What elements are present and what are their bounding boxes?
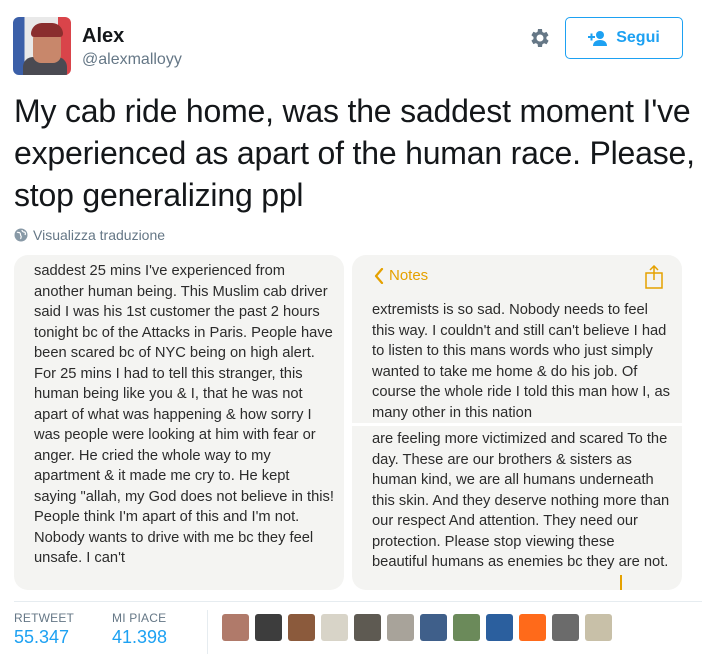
stats-separator — [207, 610, 208, 654]
like-label: MI PIACE — [112, 611, 167, 625]
user-handle[interactable]: @alexmalloyy — [82, 51, 182, 69]
screenshot-divider — [352, 423, 682, 426]
left-note-text: saddest 25 mins I've experienced from an… — [34, 263, 334, 566]
liker-avatar[interactable] — [288, 614, 315, 641]
liker-avatar[interactable] — [486, 614, 513, 641]
like-value: 41.398 — [112, 627, 168, 647]
stats-divider — [14, 601, 702, 602]
liker-avatar[interactable] — [321, 614, 348, 641]
liker-avatar[interactable] — [255, 614, 282, 641]
text-cursor — [620, 575, 622, 590]
chevron-left-icon — [374, 267, 384, 284]
translate-link[interactable]: Visualizza traduzione — [14, 227, 165, 243]
avatar[interactable] — [13, 17, 71, 75]
retweet-value: 55.347 — [14, 627, 70, 647]
liker-avatar[interactable] — [420, 614, 447, 641]
tweet-text: My cab ride home, was the saddest moment… — [14, 93, 695, 213]
liker-avatar[interactable] — [354, 614, 381, 641]
retweet-count[interactable]: RETWEET 55.347 — [14, 611, 74, 648]
follow-label: Segui — [616, 29, 660, 46]
like-count[interactable]: MI PIACE 41.398 — [112, 611, 167, 648]
follow-button[interactable]: Segui — [565, 17, 683, 59]
share-icon[interactable] — [644, 265, 664, 289]
translate-label: Visualizza traduzione — [33, 227, 166, 243]
liker-avatar[interactable] — [519, 614, 546, 641]
gear-icon[interactable] — [528, 26, 552, 50]
notes-screenshot-left[interactable]: saddest 25 mins I've experienced from an… — [14, 255, 344, 590]
retweet-label: RETWEET — [14, 611, 75, 625]
globe-icon — [14, 228, 28, 242]
liker-avatar[interactable] — [387, 614, 414, 641]
liker-avatar[interactable] — [453, 614, 480, 641]
liker-avatar[interactable] — [585, 614, 612, 641]
notes-screenshot-right[interactable]: Notes extremists is so sad. Nobody needs… — [352, 255, 682, 590]
liker-avatar[interactable] — [222, 614, 249, 641]
right-note-text-bottom: are feeling more victimized and scared T… — [372, 431, 670, 570]
add-person-icon — [588, 31, 608, 46]
liker-avatar[interactable] — [552, 614, 579, 641]
notes-back-button[interactable]: Notes — [374, 267, 428, 284]
right-note-text-top: extremists is so sad. Nobody needs to fe… — [372, 302, 670, 421]
tweet-header: Alex @alexmalloyy Segui — [0, 0, 713, 80]
display-name[interactable]: Alex — [82, 25, 124, 48]
notes-back-label: Notes — [389, 267, 429, 284]
tweet-media[interactable]: saddest 25 mins I've experienced from an… — [14, 255, 682, 590]
liker-avatars — [222, 614, 612, 641]
